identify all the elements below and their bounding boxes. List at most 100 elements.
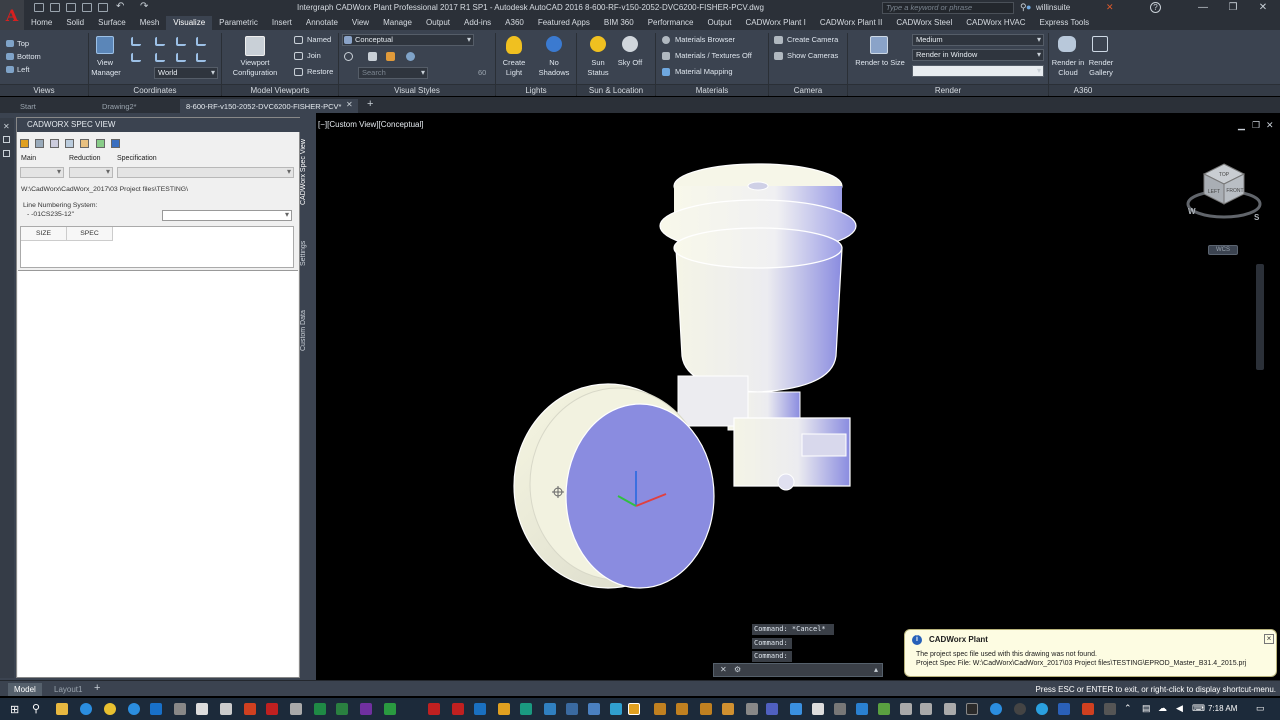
store-icon[interactable] [174, 703, 186, 715]
calc-icon[interactable] [834, 703, 846, 715]
ribbon-tab-performance[interactable]: Performance [641, 16, 701, 30]
view-manager-label-1[interactable]: View [96, 58, 114, 68]
side-tab-settings[interactable]: Settings [300, 236, 314, 270]
project-icon[interactable] [336, 703, 348, 715]
paint-icon[interactable] [944, 703, 956, 715]
layout-tab-model[interactable]: Model [8, 683, 42, 696]
teams-icon[interactable] [766, 703, 778, 715]
ribbon-tab-solid[interactable]: Solid [59, 16, 91, 30]
specification-select[interactable] [117, 167, 294, 178]
media-icon[interactable] [920, 703, 932, 715]
command-recent-icon[interactable]: ▴ [874, 665, 878, 674]
user-icon[interactable]: ● [1026, 2, 1031, 12]
app-icon[interactable] [290, 703, 302, 715]
navisworks-icon[interactable] [384, 703, 396, 715]
wcs-menu[interactable]: WCS [1208, 245, 1238, 255]
ribbon-tab-home[interactable]: Home [24, 16, 59, 30]
load-spec-icon[interactable] [20, 139, 29, 148]
smart-plant-icon[interactable] [588, 703, 600, 715]
drawing-viewport[interactable]: [−][Custom View][Conceptual] ▁ ❐ ✕ TOP L… [316, 116, 1280, 680]
render-quality-select[interactable]: Medium [912, 34, 1044, 46]
groove-icon[interactable] [966, 703, 978, 715]
join-viewports-icon[interactable] [294, 52, 303, 60]
plant3d-icon[interactable] [610, 703, 622, 715]
spec-table-icon[interactable] [50, 139, 59, 148]
compass-south[interactable]: S [1254, 213, 1260, 222]
named-viewports[interactable]: Named [307, 35, 331, 45]
vault-icon[interactable] [566, 703, 578, 715]
no-shadows-label-1[interactable]: No [540, 58, 568, 68]
ribbon-tab-visualize[interactable]: Visualize [166, 16, 213, 30]
open-file-icon[interactable] [50, 3, 60, 12]
render-to-size[interactable]: Render to Size [852, 58, 908, 68]
skype-icon[interactable] [1036, 703, 1048, 715]
viewport-minimize-icon[interactable]: ▁ [1238, 120, 1245, 131]
ppt-icon[interactable] [244, 703, 256, 715]
civil-icon[interactable] [520, 703, 532, 715]
render-to-size-icon[interactable] [870, 36, 888, 54]
show-cameras[interactable]: Show Cameras [787, 51, 838, 61]
opacity-value[interactable]: 60 [478, 68, 486, 78]
materials-textures[interactable]: Materials / Textures Off [675, 51, 752, 61]
ribbon-tab-add-ins[interactable]: Add-ins [457, 16, 498, 30]
spec-list-icon[interactable] [65, 139, 74, 148]
ribbon-tab-parametric[interactable]: Parametric [212, 16, 265, 30]
layout-tab-layout1[interactable]: Layout1 [48, 683, 88, 696]
help-icon[interactable]: ? [1150, 2, 1161, 13]
undo-icon[interactable]: ↶ [116, 1, 124, 12]
ribbon-tab-output[interactable]: Output [700, 16, 738, 30]
ribbon-tab-mesh[interactable]: Mesh [133, 16, 167, 30]
spec-sync-icon[interactable] [96, 139, 105, 148]
xray-icon[interactable] [386, 52, 395, 61]
close-window-button[interactable]: ✕ [1250, 1, 1276, 15]
view-manager-icon[interactable] [96, 36, 114, 54]
sun-status-label-2[interactable]: Status [582, 68, 614, 78]
view-top-icon[interactable] [6, 40, 14, 47]
notepad-icon[interactable] [812, 703, 824, 715]
material-mapping[interactable]: Material Mapping [675, 67, 733, 77]
settings-icon[interactable] [746, 703, 758, 715]
viewport-controls-label[interactable]: [−][Custom View][Conceptual] [318, 120, 423, 129]
inventor-icon[interactable] [498, 703, 510, 715]
ucs-object-icon[interactable] [176, 53, 186, 62]
no-shadows-icon[interactable] [546, 36, 562, 52]
ucs-world-select[interactable]: World [154, 67, 218, 79]
material-mapping-icon[interactable] [662, 68, 670, 76]
network-icon[interactable]: ▤ [1142, 703, 1151, 714]
camera-icon[interactable] [878, 703, 890, 715]
ribbon-tab-output[interactable]: Output [419, 16, 457, 30]
spec-column-header[interactable]: SPEC [67, 227, 113, 241]
ribbon-tab-insert[interactable]: Insert [265, 16, 299, 30]
restore-button[interactable]: ❐ [1220, 1, 1246, 15]
side-tab-custom-data[interactable]: Custom Data [300, 306, 314, 356]
side-tab-spec-view[interactable]: CADWorx Spec View [300, 134, 314, 210]
file-tab-active-drawing[interactable]: 8-600-RF-v150-2052-DVC6200-FISHER-PCV* [180, 99, 358, 113]
navigation-bar[interactable] [1256, 264, 1264, 370]
materials-browser[interactable]: Materials Browser [675, 35, 735, 45]
ucs-z-icon[interactable] [131, 53, 141, 62]
render-gallery-icon[interactable] [1092, 36, 1108, 52]
spec-help-icon[interactable] [111, 139, 120, 148]
render-in-cloud-label-1[interactable]: Render in [1050, 58, 1086, 68]
create-camera-icon[interactable] [774, 36, 783, 44]
palette-close-icon[interactable]: ✕ [3, 122, 10, 131]
excel-icon[interactable] [314, 703, 326, 715]
autocad-logo[interactable]: A [0, 0, 24, 30]
ribbon-tab-cadworx-plant-ii[interactable]: CADWorx Plant II [813, 16, 890, 30]
new-tab-icon[interactable]: + [367, 98, 373, 110]
sky-off-icon[interactable] [622, 36, 638, 52]
materials-textures-icon[interactable] [662, 52, 670, 60]
render-output-select[interactable]: Render in Window [912, 49, 1044, 61]
reduction-size-select[interactable] [69, 167, 113, 178]
ucs-origin-icon[interactable] [155, 37, 165, 46]
windows-start-icon[interactable]: ⊞ [10, 703, 19, 716]
recap-icon[interactable] [544, 703, 556, 715]
notification-balloon[interactable]: i CADWorx Plant × The project spec file … [904, 629, 1277, 677]
ie-icon[interactable] [80, 703, 92, 715]
ribbon-tab-cadworx-steel[interactable]: CADWorx Steel [889, 16, 959, 30]
ucs-x-icon[interactable] [176, 37, 186, 46]
tray-icon[interactable] [1104, 703, 1116, 715]
render-gallery-label-2[interactable]: Gallery [1086, 68, 1116, 78]
panel-title-render[interactable]: Render [848, 84, 1048, 96]
sky-off-label[interactable]: Sky Off [614, 58, 646, 68]
